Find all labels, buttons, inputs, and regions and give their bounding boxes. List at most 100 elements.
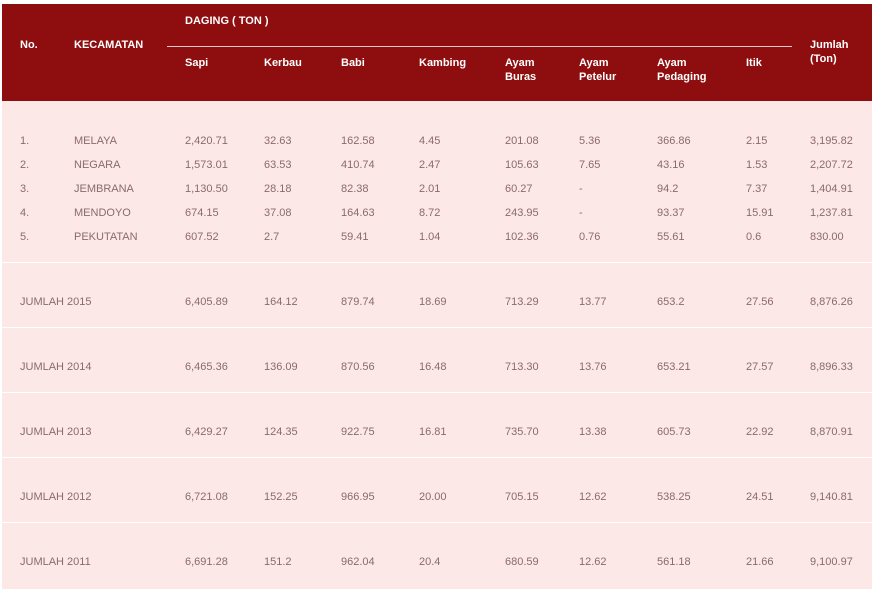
cell-no: 1. xyxy=(20,135,30,147)
header-kambing: Kambing xyxy=(419,57,467,69)
header-jumlah-2: (Ton) xyxy=(810,53,837,65)
cell-sapi: 607.52 xyxy=(185,231,219,243)
row-separator xyxy=(2,262,872,263)
cell-kerbau: 2.7 xyxy=(264,231,280,243)
cell-ayam-buras: 60.27 xyxy=(505,183,533,195)
cell-kecamatan: MENDOYO xyxy=(74,207,131,219)
total-cell-kerbau: 136.09 xyxy=(264,361,298,373)
cell-babi: 164.63 xyxy=(341,207,375,219)
total-cell-label: JUMLAH 2012 xyxy=(20,491,92,503)
header-no: No. xyxy=(20,39,38,51)
total-cell-jumlah: 8,876.26 xyxy=(810,296,853,308)
row-separator xyxy=(2,327,872,328)
total-cell-babi: 870.56 xyxy=(341,361,375,373)
cell-no: 5. xyxy=(20,231,30,243)
total-cell-kambing: 16.81 xyxy=(419,426,447,438)
header-ayam-pedaging-2: Pedaging xyxy=(657,71,707,83)
header-ayam-petelur-2: Petelur xyxy=(579,71,617,83)
total-cell-kerbau: 164.12 xyxy=(264,296,298,308)
total-cell-ayam-petelur: 12.62 xyxy=(579,556,607,568)
header-ayam-buras-2: Buras xyxy=(505,71,537,83)
meat-production-table: No. KECAMATAN DAGING ( TON ) Sapi Kerbau… xyxy=(0,0,874,589)
table-header: No. KECAMATAN DAGING ( TON ) Sapi Kerbau… xyxy=(2,4,872,101)
header-itik: Itik xyxy=(746,57,762,69)
total-cell-kambing: 18.69 xyxy=(419,296,447,308)
cell-jumlah: 3,195.82 xyxy=(810,135,853,147)
cell-kambing: 1.04 xyxy=(419,231,441,243)
total-cell-kerbau: 151.2 xyxy=(264,556,292,568)
header-ayam-buras-1: Ayam xyxy=(505,57,535,69)
cell-kerbau: 37.08 xyxy=(264,207,292,219)
cell-ayam-pedaging: 94.2 xyxy=(657,183,679,195)
cell-no: 3. xyxy=(20,183,30,195)
cell-jumlah: 2,207.72 xyxy=(810,159,853,171)
cell-kambing: 2.47 xyxy=(419,159,441,171)
total-cell-babi: 879.74 xyxy=(341,296,375,308)
header-ayam-pedaging-1: Ayam xyxy=(657,57,687,69)
cell-jumlah: 1,404.91 xyxy=(810,183,853,195)
cell-kecamatan: NEGARA xyxy=(74,159,121,171)
total-cell-ayam-pedaging: 538.25 xyxy=(657,491,691,503)
cell-babi: 82.38 xyxy=(341,183,369,195)
total-cell-kerbau: 124.35 xyxy=(264,426,298,438)
cell-ayam-petelur: - xyxy=(579,183,583,195)
cell-ayam-pedaging: 43.16 xyxy=(657,159,685,171)
total-cell-itik: 27.56 xyxy=(746,296,774,308)
total-cell-label: JUMLAH 2015 xyxy=(20,296,92,308)
total-cell-sapi: 6,465.36 xyxy=(185,361,228,373)
total-cell-itik: 24.51 xyxy=(746,491,774,503)
total-cell-sapi: 6,405.89 xyxy=(185,296,228,308)
total-cell-itik: 21.66 xyxy=(746,556,774,568)
cell-kecamatan: JEMBRANA xyxy=(74,183,134,195)
cell-kambing: 4.45 xyxy=(419,135,441,147)
total-cell-ayam-buras: 713.30 xyxy=(505,361,539,373)
cell-babi: 162.58 xyxy=(341,135,375,147)
cell-ayam-buras: 201.08 xyxy=(505,135,539,147)
header-kerbau: Kerbau xyxy=(264,57,302,69)
total-cell-itik: 22.92 xyxy=(746,426,774,438)
cell-kecamatan: MELAYA xyxy=(74,135,117,147)
total-cell-ayam-pedaging: 653.21 xyxy=(657,361,691,373)
cell-no: 2. xyxy=(20,159,30,171)
cell-ayam-petelur: 7.65 xyxy=(579,159,601,171)
cell-itik: 1.53 xyxy=(746,159,768,171)
total-cell-label: JUMLAH 2013 xyxy=(20,426,92,438)
cell-kambing: 8.72 xyxy=(419,207,441,219)
total-cell-ayam-petelur: 13.76 xyxy=(579,361,607,373)
cell-ayam-buras: 105.63 xyxy=(505,159,539,171)
cell-kerbau: 32.63 xyxy=(264,135,292,147)
total-cell-ayam-buras: 713.29 xyxy=(505,296,539,308)
total-cell-ayam-pedaging: 653.2 xyxy=(657,296,685,308)
total-cell-kerbau: 152.25 xyxy=(264,491,298,503)
cell-itik: 7.37 xyxy=(746,183,768,195)
total-cell-ayam-buras: 705.15 xyxy=(505,491,539,503)
cell-ayam-petelur: - xyxy=(579,207,583,219)
total-cell-jumlah: 9,140.81 xyxy=(810,491,853,503)
cell-babi: 59.41 xyxy=(341,231,369,243)
total-cell-jumlah: 8,870.91 xyxy=(810,426,853,438)
total-cell-label: JUMLAH 2014 xyxy=(20,361,92,373)
cell-kambing: 2.01 xyxy=(419,183,441,195)
header-jumlah-1: Jumlah xyxy=(810,39,849,51)
total-cell-babi: 962.04 xyxy=(341,556,375,568)
header-kecamatan: KECAMATAN xyxy=(74,39,144,51)
cell-ayam-buras: 243.95 xyxy=(505,207,539,219)
total-cell-sapi: 6,429.27 xyxy=(185,426,228,438)
cell-no: 4. xyxy=(20,207,30,219)
header-sapi: Sapi xyxy=(185,57,209,69)
total-cell-ayam-buras: 680.59 xyxy=(505,556,539,568)
cell-ayam-pedaging: 55.61 xyxy=(657,231,685,243)
cell-sapi: 1,573.01 xyxy=(185,159,228,171)
header-ayam-petelur-1: Ayam xyxy=(579,57,609,69)
cell-ayam-petelur: 0.76 xyxy=(579,231,601,243)
total-cell-babi: 922.75 xyxy=(341,426,375,438)
cell-ayam-pedaging: 93.37 xyxy=(657,207,685,219)
row-separator xyxy=(2,522,872,523)
cell-ayam-pedaging: 366.86 xyxy=(657,135,691,147)
cell-jumlah: 1,237.81 xyxy=(810,207,853,219)
header-divider xyxy=(167,46,792,47)
header-daging-group: DAGING ( TON ) xyxy=(185,15,269,27)
total-cell-ayam-petelur: 12.62 xyxy=(579,491,607,503)
total-cell-jumlah: 8,896.33 xyxy=(810,361,853,373)
cell-jumlah: 830.00 xyxy=(810,231,844,243)
